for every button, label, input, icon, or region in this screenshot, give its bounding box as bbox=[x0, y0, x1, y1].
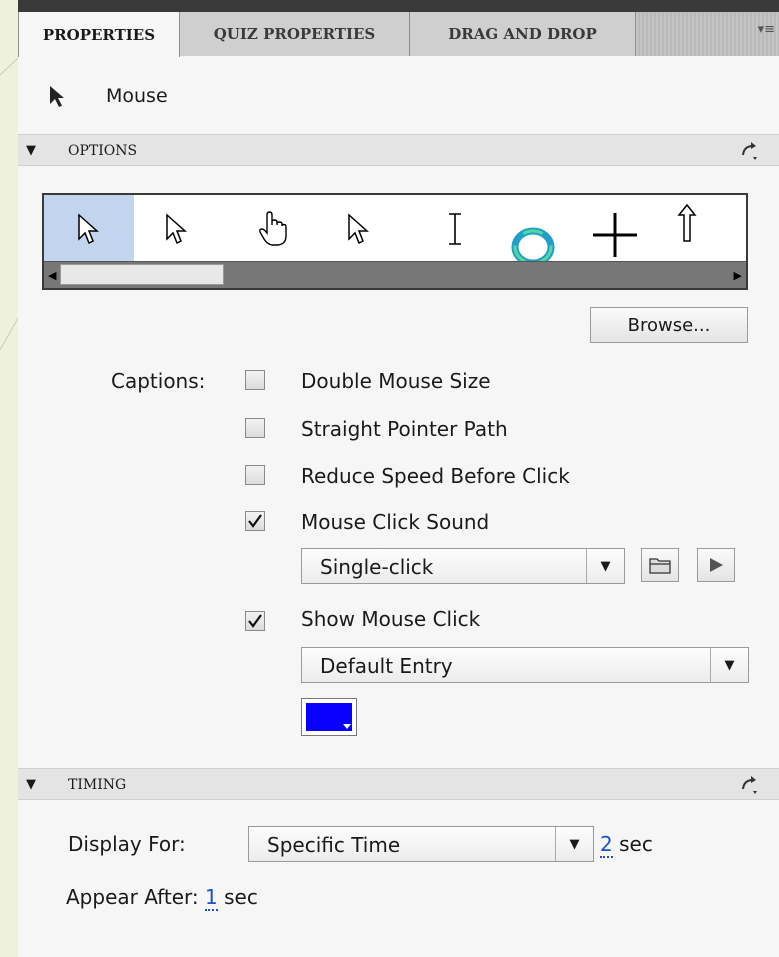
timing-title: TIMING bbox=[68, 777, 127, 793]
double-mouse-size-checkbox[interactable] bbox=[245, 370, 265, 390]
checkmark-icon bbox=[248, 514, 262, 528]
cursor-picker-scrollbar[interactable]: ◀ ▶ bbox=[44, 261, 746, 288]
cursor-option-ibeam[interactable] bbox=[410, 195, 500, 263]
tab-quiz-properties[interactable]: QUIZ PROPERTIES bbox=[180, 12, 410, 56]
color-fill bbox=[306, 703, 352, 731]
scroll-right-arrow-icon[interactable]: ▶ bbox=[734, 269, 742, 282]
collapse-triangle-icon[interactable]: ▼ bbox=[26, 143, 36, 158]
play-icon bbox=[710, 558, 723, 572]
text-beam-icon bbox=[449, 213, 461, 245]
display-for-select[interactable]: Specific Time ▼ bbox=[248, 826, 594, 862]
cursor-option-arrow-selected[interactable] bbox=[44, 195, 134, 263]
cursor-option-arrow[interactable] bbox=[132, 195, 222, 263]
timing-section-header[interactable]: ▼ TIMING bbox=[18, 768, 779, 800]
checkmark-icon bbox=[248, 614, 262, 628]
crosshair-icon bbox=[593, 213, 637, 257]
click-style-select[interactable]: Default Entry ▼ bbox=[301, 647, 749, 683]
tab-bar: PROPERTIES QUIZ PROPERTIES DRAG AND DROP… bbox=[18, 12, 779, 57]
up-arrow-icon bbox=[677, 203, 697, 242]
click-color-swatch[interactable] bbox=[301, 698, 357, 736]
appear-after-value[interactable]: 1 bbox=[205, 885, 218, 911]
object-header: Mouse bbox=[48, 84, 168, 108]
appear-after-unit: sec bbox=[224, 885, 258, 909]
options-title: OPTIONS bbox=[68, 143, 138, 159]
reset-icon[interactable] bbox=[739, 773, 761, 795]
panel-top-strip bbox=[18, 0, 779, 12]
display-for-label: Display For: bbox=[68, 832, 186, 856]
folder-icon bbox=[649, 558, 671, 574]
arrow-pointer-icon bbox=[348, 213, 369, 245]
mouse-click-sound-checkbox[interactable] bbox=[245, 511, 265, 531]
reduce-speed-checkbox[interactable] bbox=[245, 465, 265, 485]
chevron-down-icon[interactable]: ▼ bbox=[586, 549, 624, 583]
arrow-pointer-icon bbox=[50, 86, 64, 107]
collapse-triangle-icon[interactable]: ▼ bbox=[26, 777, 36, 792]
reduce-speed-label: Reduce Speed Before Click bbox=[301, 464, 570, 488]
cursor-option-arrow-alt[interactable] bbox=[314, 195, 404, 263]
arrow-pointer-icon bbox=[78, 213, 99, 245]
appear-after-label: Appear After: bbox=[66, 885, 199, 909]
browse-button[interactable]: Browse... bbox=[590, 307, 748, 343]
chevron-down-icon[interactable]: ▼ bbox=[710, 648, 748, 682]
scroll-left-arrow-icon[interactable]: ◀ bbox=[48, 269, 56, 282]
properties-panel: PROPERTIES QUIZ PROPERTIES DRAG AND DROP… bbox=[18, 0, 779, 957]
click-sound-value: Single-click bbox=[320, 555, 434, 579]
cursor-option-hand[interactable] bbox=[228, 195, 318, 263]
arrow-pointer-icon bbox=[166, 213, 187, 245]
click-sound-select[interactable]: Single-click ▼ bbox=[301, 548, 625, 584]
double-mouse-size-label: Double Mouse Size bbox=[301, 369, 491, 393]
options-section-header[interactable]: ▼ OPTIONS bbox=[18, 134, 779, 166]
object-name: Mouse bbox=[106, 85, 168, 107]
chevron-down-icon[interactable]: ▼ bbox=[555, 827, 593, 861]
appear-after-row: Appear After: 1 sec bbox=[66, 885, 258, 911]
hand-pointer-icon bbox=[259, 211, 287, 246]
display-for-value: Specific Time bbox=[267, 833, 401, 857]
play-sound-button[interactable] bbox=[697, 548, 735, 582]
click-style-value: Default Entry bbox=[320, 654, 453, 678]
cursor-picker: ◀ ▶ bbox=[42, 193, 748, 290]
panel-menu-icon[interactable]: ▾≡ bbox=[758, 22, 775, 37]
display-duration: 2 sec bbox=[600, 832, 653, 858]
straight-pointer-path-label: Straight Pointer Path bbox=[301, 417, 508, 441]
reset-icon[interactable] bbox=[739, 139, 761, 161]
captions-label: Captions: bbox=[111, 369, 206, 393]
display-duration-value[interactable]: 2 bbox=[600, 832, 613, 858]
straight-pointer-path-checkbox[interactable] bbox=[245, 418, 265, 438]
scrollbar-thumb[interactable] bbox=[60, 264, 224, 285]
show-mouse-click-checkbox[interactable] bbox=[245, 611, 265, 631]
show-mouse-click-label: Show Mouse Click bbox=[301, 607, 481, 631]
tab-drag-and-drop[interactable]: DRAG AND DROP bbox=[410, 12, 636, 56]
display-duration-unit: sec bbox=[619, 832, 653, 856]
background-decoration bbox=[0, 57, 18, 351]
tab-properties[interactable]: PROPERTIES bbox=[18, 12, 180, 57]
tab-bar-filler: ▾≡ bbox=[636, 12, 779, 56]
mouse-click-sound-label: Mouse Click Sound bbox=[301, 510, 490, 534]
cursor-option-up-arrow[interactable] bbox=[642, 189, 732, 257]
open-folder-button[interactable] bbox=[641, 548, 679, 582]
